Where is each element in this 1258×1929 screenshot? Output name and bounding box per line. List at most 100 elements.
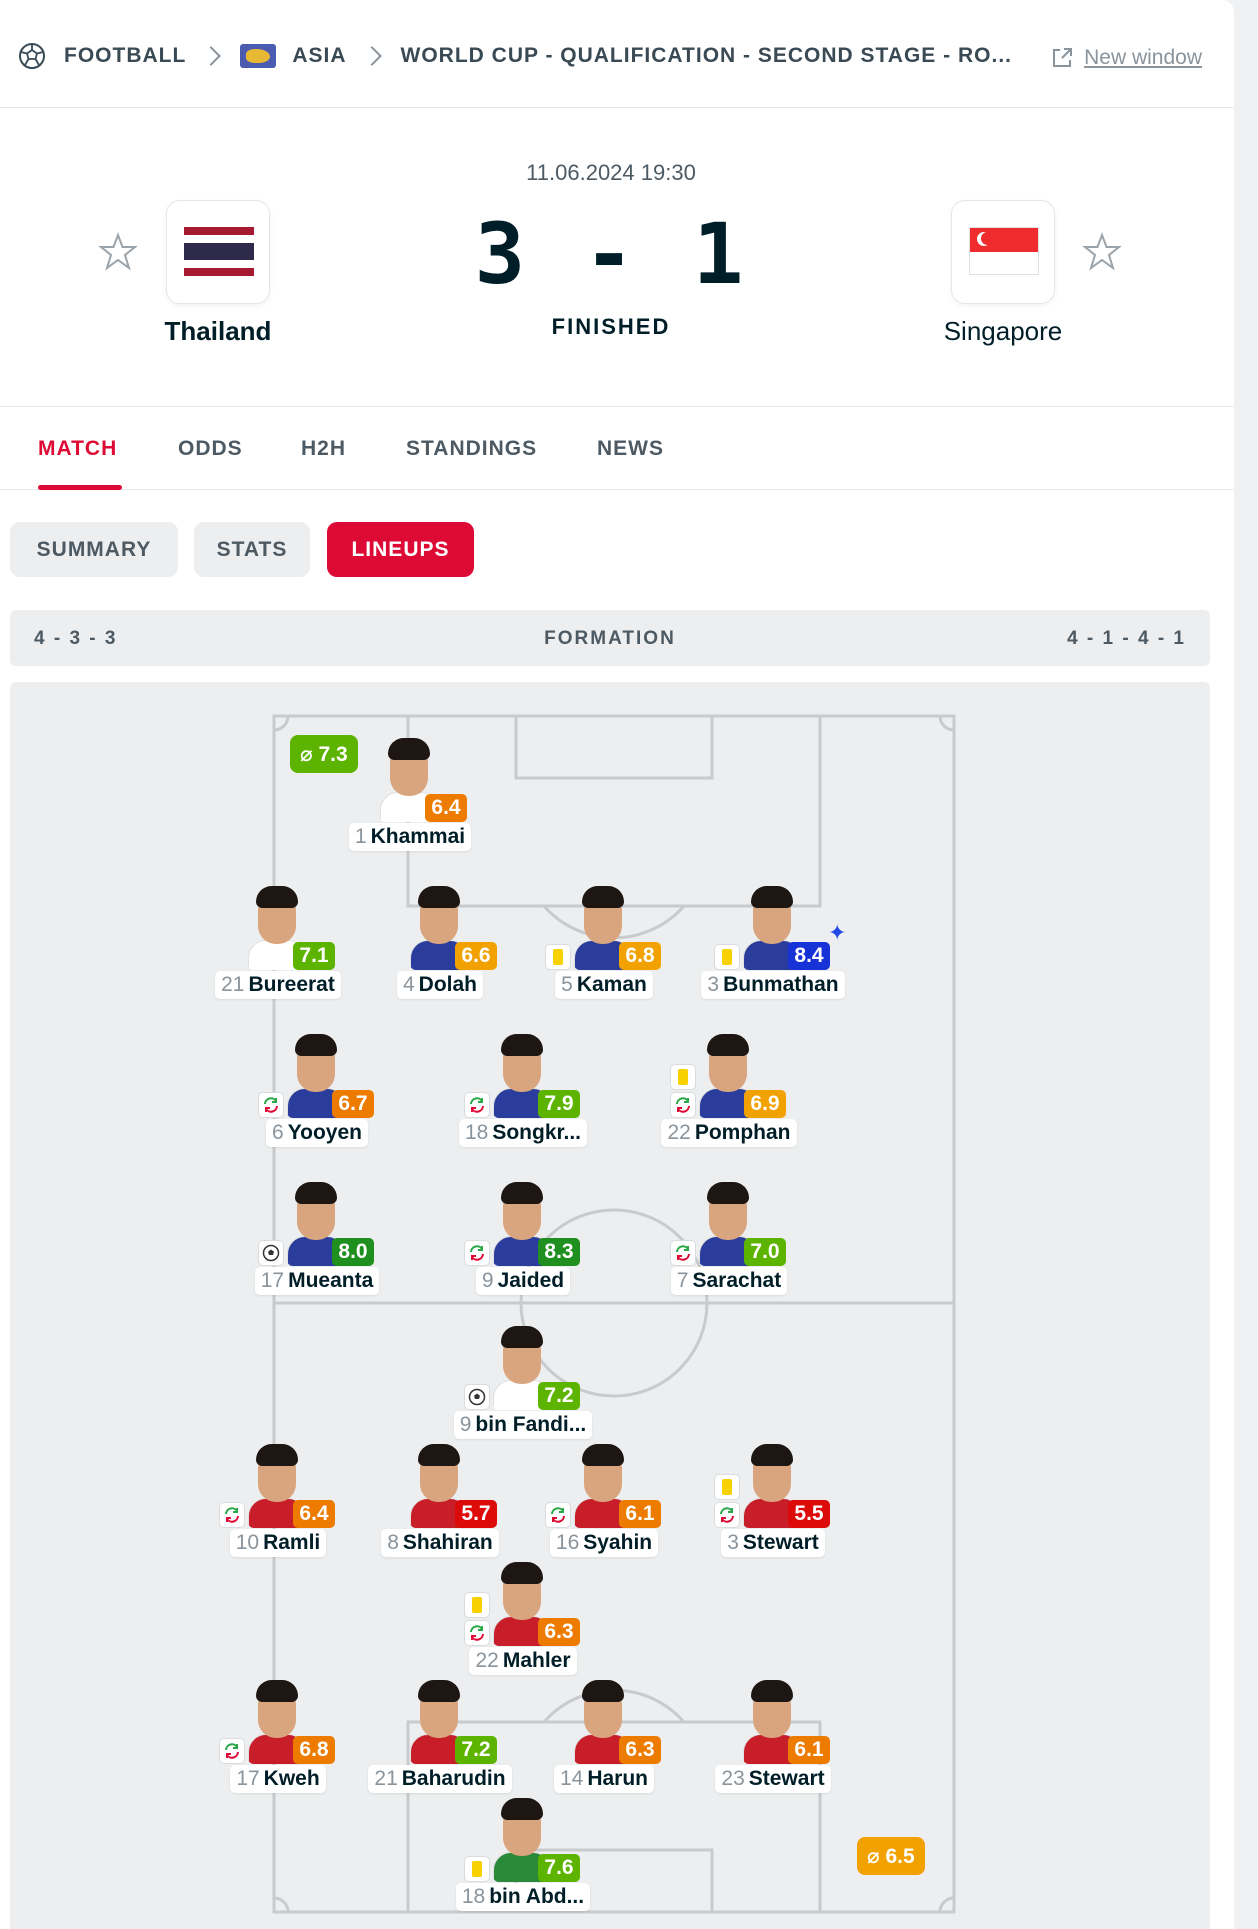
player-name: Stewart	[742, 1531, 819, 1554]
yellow-card-icon	[464, 1592, 490, 1618]
thailand-flag-icon	[184, 227, 254, 277]
player-name: Bunmathan	[723, 973, 839, 996]
yellow-card-icon	[545, 944, 571, 970]
breadcrumb: FOOTBALL ASIA WORLD CUP - QUALIFICATION …	[0, 0, 1234, 108]
home-player[interactable]: 8.3 9 Jaided	[438, 1178, 608, 1308]
home-player[interactable]: 7.1 21 Bureerat	[193, 882, 363, 1012]
player-number: 21	[374, 1767, 398, 1790]
home-player[interactable]: 6.8 5 Kaman	[519, 882, 689, 1012]
lineup-pitch: ⌀ 7.3 ⌀ 6.5 6.4 1 Khammai 7.1 21 Bureerat 6.6 4…	[10, 682, 1210, 1929]
home-player[interactable]: 7.0 7 Sarachat	[644, 1178, 814, 1308]
subtab-stats[interactable]: STATS	[194, 522, 310, 577]
match-datetime: 11.06.2024 19:30	[526, 160, 696, 185]
player-name: Baharudin	[401, 1767, 506, 1790]
subtab-summary[interactable]: SUMMARY	[10, 522, 178, 577]
yellow-card-icon	[714, 1474, 740, 1500]
home-player[interactable]: 6.7 6 Yooyen	[232, 1030, 402, 1160]
player-name: Harun	[587, 1767, 649, 1790]
match-detail-page: FOOTBALL ASIA WORLD CUP - QUALIFICATION …	[0, 0, 1234, 1929]
player-name: Khammai	[370, 825, 466, 848]
tab-match[interactable]: MATCH	[38, 437, 117, 461]
favorite-star-icon-away[interactable]	[1082, 232, 1122, 272]
away-player[interactable]: 7.6 18 bin Abd...	[438, 1794, 608, 1924]
favorite-star-icon-home[interactable]	[98, 232, 138, 272]
player-rating: 5.5	[788, 1500, 830, 1528]
tab-standings[interactable]: STANDINGS	[406, 437, 537, 461]
player-rating: 7.2	[538, 1382, 580, 1410]
player-rating: 7.9	[538, 1090, 580, 1118]
player-number: 14	[559, 1767, 584, 1790]
home-team-name[interactable]: Thailand	[98, 316, 338, 347]
player-number: 3	[707, 973, 720, 996]
formation-bar: 4 - 3 - 3 FORMATION 4 - 1 - 4 - 1	[10, 610, 1210, 666]
chevron-right-icon	[361, 46, 382, 66]
away-player[interactable]: 6.1 23 Stewart	[688, 1676, 858, 1806]
player-number: 8	[387, 1531, 399, 1554]
player-rating: 8.4	[788, 942, 830, 970]
tab-h2h[interactable]: H2H	[301, 437, 346, 461]
player-rating: 7.6	[538, 1854, 580, 1882]
player-rating: 7.2	[455, 1736, 497, 1764]
away-player[interactable]: 6.3 22 Mahler	[438, 1558, 608, 1688]
substitution-icon	[219, 1738, 245, 1764]
new-window-link[interactable]: New window	[1050, 46, 1202, 70]
player-number: 9	[481, 1269, 494, 1292]
home-player[interactable]: 6.4 1 Khammai	[325, 734, 495, 864]
home-player[interactable]: 7.9 18 Songkr...	[438, 1030, 608, 1160]
away-team-logo[interactable]	[951, 200, 1055, 304]
subtab-lineups[interactable]: LINEUPS	[327, 522, 474, 577]
away-player[interactable]: 6.3 14 Harun	[519, 1676, 689, 1806]
player-number: 23	[721, 1767, 745, 1790]
player-number: 16	[555, 1531, 580, 1554]
player-rating: 8.0	[332, 1238, 374, 1266]
home-player[interactable]: 6.9 22 Pomphan	[644, 1030, 814, 1160]
substitution-icon	[464, 1092, 490, 1118]
breadcrumb-competition-link[interactable]: WORLD CUP - QUALIFICATION - SECOND STAGE…	[401, 44, 1012, 68]
player-rating: 6.3	[619, 1736, 661, 1764]
best-player-star-icon: ✦	[828, 920, 847, 945]
player-rating: 6.4	[425, 794, 467, 822]
away-player[interactable]: 6.4 10 Ramli	[193, 1440, 363, 1570]
player-rating: 6.6	[455, 942, 497, 970]
home-team-logo[interactable]	[166, 200, 270, 304]
breadcrumb-region-link[interactable]: ASIA	[292, 44, 346, 68]
player-number: 22	[475, 1649, 499, 1672]
home-player[interactable]: 6.6 4 Dolah	[355, 882, 525, 1012]
away-team-name[interactable]: Singapore	[883, 316, 1123, 347]
tab-news[interactable]: NEWS	[597, 437, 664, 461]
player-number: 17	[260, 1269, 285, 1292]
substitution-icon	[464, 1240, 490, 1266]
tab-odds[interactable]: ODDS	[178, 437, 243, 461]
player-number: 21	[221, 973, 245, 996]
away-player[interactable]: 6.1 16 Syahin	[519, 1440, 689, 1570]
player-rating: 7.1	[293, 942, 335, 970]
away-player[interactable]: 7.2 9 bin Fandi...	[438, 1322, 608, 1452]
home-player[interactable]: 8.4 3 Bunmathan ✦	[688, 882, 858, 1012]
player-rating: 6.4	[293, 1500, 335, 1528]
player-name: Dolah	[418, 973, 478, 996]
player-rating: 6.9	[744, 1090, 786, 1118]
breadcrumb-sport-link[interactable]: FOOTBALL	[64, 44, 186, 68]
player-rating: 7.0	[744, 1238, 786, 1266]
player-rating: 6.3	[538, 1618, 580, 1646]
soccer-ball-icon	[19, 43, 45, 69]
away-player[interactable]: 5.5 3 Stewart	[688, 1440, 858, 1570]
away-formation: 4 - 1 - 4 - 1	[1067, 628, 1186, 649]
new-window-label: New window	[1084, 46, 1202, 69]
yellow-card-icon	[670, 1064, 696, 1090]
player-name: Shahiran	[402, 1531, 493, 1554]
substitution-icon	[545, 1502, 571, 1528]
active-tab-indicator	[38, 485, 122, 490]
home-player[interactable]: 8.0 17 Mueanta	[232, 1178, 402, 1308]
goal-ball-icon	[464, 1384, 490, 1410]
substitution-icon	[219, 1502, 245, 1528]
player-number: 10	[235, 1531, 260, 1554]
substitution-icon	[258, 1092, 284, 1118]
player-number: 17	[236, 1767, 260, 1790]
away-player[interactable]: 6.8 17 Kweh	[193, 1676, 363, 1806]
away-player[interactable]: 5.7 8 Shahiran	[355, 1440, 525, 1570]
substitution-icon	[714, 1502, 740, 1528]
substitution-icon	[670, 1240, 696, 1266]
player-name: Ramli	[263, 1531, 321, 1554]
away-player[interactable]: 7.2 21 Baharudin	[355, 1676, 525, 1806]
